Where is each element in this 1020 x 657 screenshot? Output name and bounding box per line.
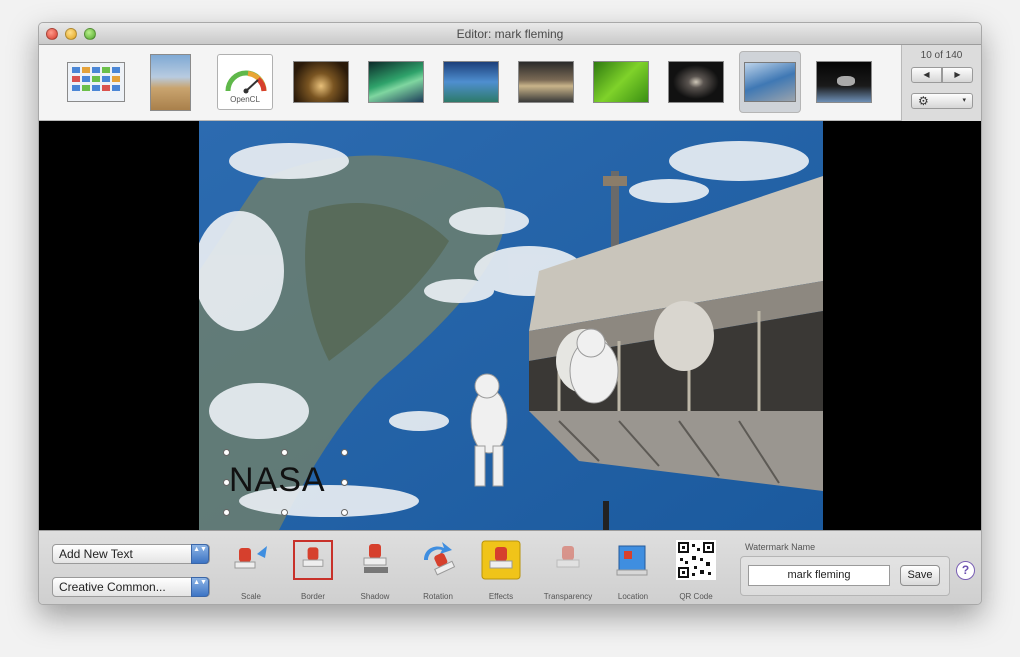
qr-code-tool[interactable]: QR Code: [668, 537, 724, 601]
border-tool[interactable]: Border: [285, 537, 341, 601]
resize-handle[interactable]: [281, 509, 288, 516]
image-browser-strip: OpenCL 10 of 140 ◀ ▶ ⚙ ▾: [39, 45, 981, 121]
watermark-text[interactable]: NASA: [229, 461, 326, 500]
rotation-label: Rotation: [423, 592, 453, 601]
rotation-tool[interactable]: Rotation: [410, 537, 466, 601]
thumbnail-aurora[interactable]: [368, 61, 424, 103]
title-bar: Editor: mark fleming: [39, 23, 981, 45]
shadow-stamp-icon: [363, 544, 388, 573]
effects-stamp-icon: [481, 540, 521, 580]
scale-stamp-icon: [234, 546, 267, 569]
help-button[interactable]: ?: [956, 561, 975, 580]
save-button[interactable]: Save: [900, 565, 940, 586]
resize-handle[interactable]: [223, 479, 230, 486]
photo-grid-icon: [72, 67, 120, 91]
effects-label: Effects: [488, 592, 514, 601]
settings-menu-button[interactable]: ⚙ ▾: [911, 93, 973, 109]
gear-icon: ⚙: [918, 94, 929, 108]
qr-code-icon: [676, 540, 716, 580]
add-new-text-popup[interactable]: Add New Text ▲▼: [52, 544, 210, 564]
watermark-name-group: mark fleming Save: [740, 556, 950, 596]
qr-code-label: QR Code: [679, 592, 713, 601]
scale-tool[interactable]: Scale: [223, 537, 279, 601]
license-label: Creative Common...: [59, 580, 166, 594]
resize-handle[interactable]: [281, 449, 288, 456]
bottom-toolbar: Add New Text ▲▼ Creative Common... ▲▼ Sc…: [39, 530, 981, 604]
location-icon: [616, 545, 648, 576]
chevron-down-icon: ▾: [962, 97, 966, 104]
license-popup[interactable]: Creative Common... ▲▼: [52, 577, 210, 597]
transparency-label: Transparency: [543, 592, 593, 601]
gauge-icon: [225, 70, 267, 94]
shadow-tool[interactable]: Shadow: [347, 537, 403, 601]
window-title: Editor: mark fleming: [456, 27, 564, 41]
popup-arrows-icon: ▲▼: [191, 577, 209, 597]
thumbnail-dusk[interactable]: [518, 61, 574, 103]
image-canvas: NASA: [39, 121, 981, 530]
resize-handle[interactable]: [223, 509, 230, 516]
image-counter: 10 of 140: [920, 50, 963, 61]
thumbnail-tunnel[interactable]: [293, 61, 349, 103]
location-label: Location: [617, 592, 649, 601]
thumbnail-galaxy[interactable]: [668, 61, 724, 103]
transparency-tool[interactable]: Transparency: [540, 537, 596, 601]
thumbnail-shuttle[interactable]: [816, 61, 872, 103]
resize-handle[interactable]: [341, 509, 348, 516]
shadow-label: Shadow: [360, 592, 390, 601]
thumbnail-photo-grid[interactable]: [67, 62, 125, 102]
navigation-panel: 10 of 140 ◀ ▶ ⚙ ▾: [901, 45, 981, 121]
scale-label: Scale: [240, 592, 261, 601]
location-tool[interactable]: Location: [605, 537, 661, 601]
thumbnail-sandcastle[interactable]: [150, 54, 191, 111]
resize-handle[interactable]: [341, 479, 348, 486]
shuttle-shape: [837, 76, 855, 86]
resize-handle[interactable]: [223, 449, 230, 456]
next-image-button[interactable]: ▶: [942, 67, 973, 83]
watermark-name-field[interactable]: mark fleming: [748, 565, 890, 586]
border-label: Border: [300, 592, 325, 601]
transparency-stamp-icon: [556, 546, 580, 568]
thumbnail-leaf[interactable]: [593, 61, 649, 103]
popup-arrows-icon: ▲▼: [191, 544, 209, 564]
watermark-name-label: Watermark Name: [745, 542, 816, 552]
thumbnail-opencl[interactable]: OpenCL: [217, 54, 273, 110]
selected-thumb-image: [744, 62, 796, 102]
add-new-text-label: Add New Text: [59, 547, 133, 561]
resize-handle[interactable]: [341, 449, 348, 456]
thumbnail-space-station-selected[interactable]: [739, 51, 801, 113]
editor-window: Editor: mark fleming OpenCL 10 of 140 ◀ …: [38, 22, 982, 605]
astronaut-photo[interactable]: NASA: [199, 121, 823, 530]
border-stamp-icon: [293, 540, 333, 580]
previous-image-button[interactable]: ◀: [911, 67, 942, 83]
opencl-label: OpenCL: [230, 95, 260, 104]
rotation-stamp-icon: [424, 542, 456, 576]
thumbnail-planet[interactable]: [443, 61, 499, 103]
effects-tool[interactable]: Effects: [473, 537, 529, 601]
